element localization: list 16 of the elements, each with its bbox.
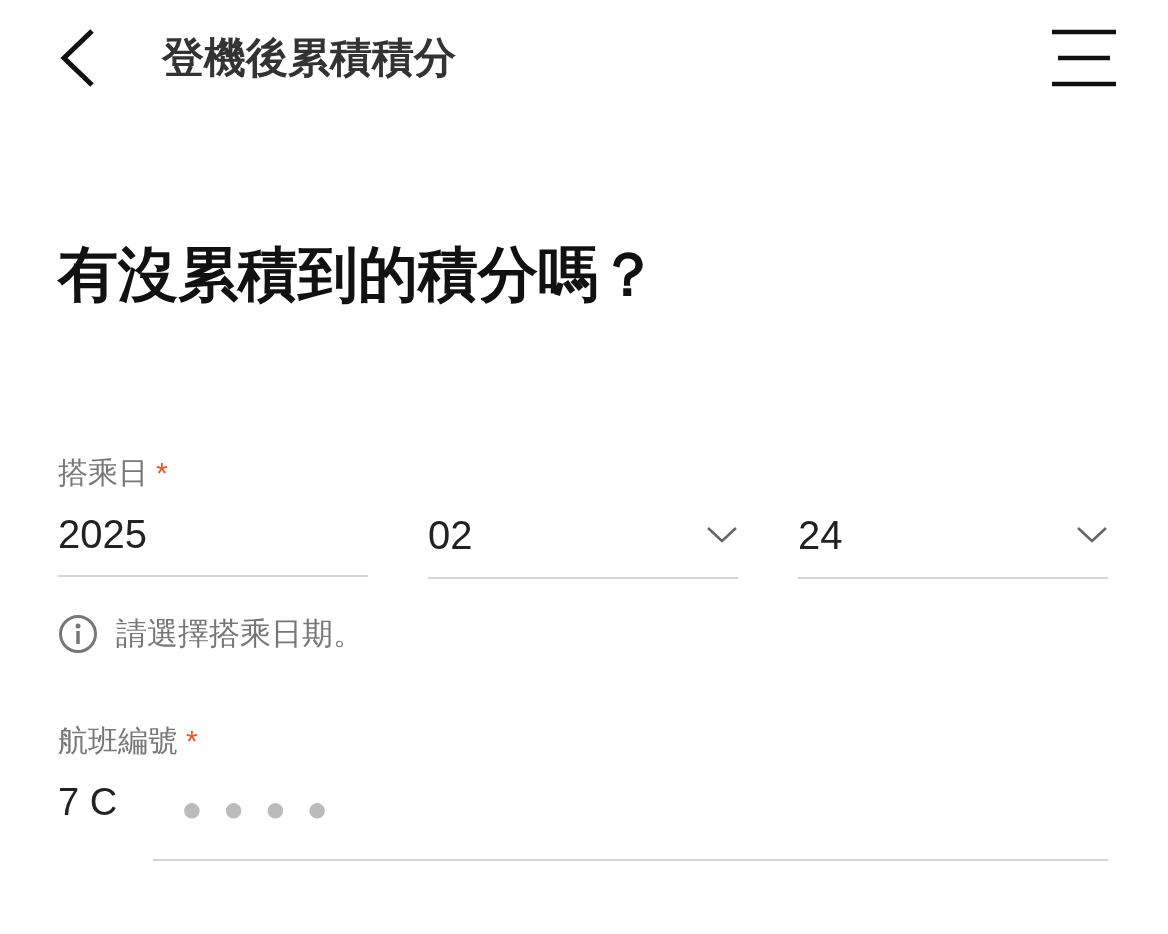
main-heading: 有沒累積到的積分嗎？ — [58, 245, 659, 305]
page-title: 登機後累積積分 — [162, 33, 456, 83]
chevron-down-icon — [706, 526, 738, 544]
menu-icon[interactable] — [1050, 28, 1118, 87]
hint-text: 請選擇搭乘日期。 — [116, 615, 364, 653]
chevron-down-icon — [1076, 526, 1108, 544]
year-field[interactable]: 2025 — [58, 497, 368, 577]
dropdown[interactable]: 02 — [428, 497, 738, 579]
flight-number-field[interactable]: ●●●● — [153, 770, 1108, 861]
field-label: 航班編號 — [58, 722, 178, 759]
required-mark: * — [156, 455, 168, 491]
field-label: 搭乘日 — [58, 455, 148, 491]
flight-prefix: 7 C — [58, 779, 119, 825]
required-mark: * — [186, 722, 198, 759]
info-icon — [58, 614, 98, 655]
dropdown[interactable]: 24 — [798, 497, 1108, 579]
